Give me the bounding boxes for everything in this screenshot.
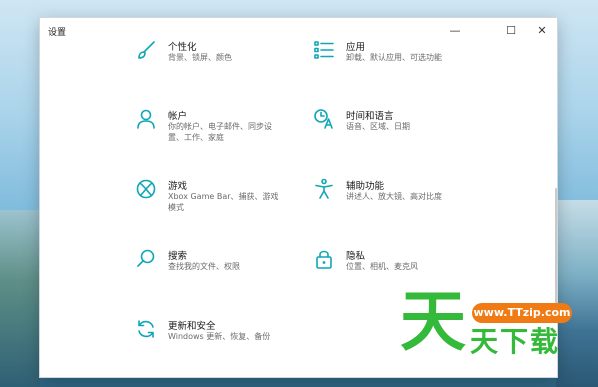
settings-item-label: 应用 (346, 42, 366, 53)
xbox-icon (136, 179, 156, 199)
apps-list-icon (314, 41, 334, 59)
settings-item-personalization[interactable]: 个性化 背景、锁屏、颜色 (135, 39, 295, 83)
watermark-big-char: 天 (400, 283, 466, 360)
watermark-url-badge: www.TTzip.com (472, 303, 572, 323)
minimize-button[interactable]: — (440, 21, 470, 41)
lock-icon (316, 250, 332, 269)
settings-item-time-language[interactable]: 时间和语言 语音、区域、日期 (313, 108, 473, 152)
settings-item-description: 背景、锁屏、颜色 (168, 53, 232, 62)
desktop-wallpaper-left (0, 210, 40, 387)
account-person-icon (137, 109, 155, 129)
settings-item-label: 搜索 (168, 251, 188, 262)
settings-item-label: 帐户 (168, 111, 188, 122)
settings-item-description: Xbox Game Bar、捕获、游戏模式 (168, 192, 279, 212)
settings-item-description: 卸载、默认应用、可选功能 (346, 53, 442, 62)
settings-item-label: 更新和安全 (168, 321, 216, 332)
settings-item-label: 辅助功能 (346, 181, 385, 192)
settings-item-label: 时间和语言 (346, 111, 394, 122)
maximize-button[interactable]: ☐ (496, 21, 526, 41)
settings-item-description: Windows 更新、恢复、备份 (168, 332, 271, 341)
window-title: 设置 (48, 28, 67, 38)
title-bar[interactable]: 设置 — ☐ ✕ (40, 18, 557, 44)
brush-icon (138, 41, 155, 59)
settings-item-label: 隐私 (346, 251, 366, 262)
search-icon (137, 249, 155, 267)
settings-item-gaming[interactable]: 游戏 Xbox Game Bar、捕获、游戏模式 (135, 178, 295, 222)
time-language-icon (314, 109, 333, 129)
settings-item-apps[interactable]: 应用 卸载、默认应用、可选功能 (313, 39, 473, 83)
settings-item-description: 语音、区域、日期 (346, 122, 410, 131)
settings-item-description: 位置、相机、麦克风 (346, 262, 418, 271)
settings-item-description: 查找我的文件、权限 (168, 262, 240, 271)
update-sync-icon (138, 320, 154, 338)
settings-item-update-security[interactable]: 更新和安全 Windows 更新、恢复、备份 (135, 318, 295, 362)
settings-item-description: 讲述人、放大镜、高对比度 (346, 192, 442, 201)
settings-item-description: 你的帐户、电子邮件、同步设置、工作、家庭 (168, 122, 272, 142)
accessibility-icon (315, 178, 333, 199)
close-button[interactable]: ✕ (527, 21, 557, 41)
settings-item-label: 个性化 (168, 42, 197, 53)
watermark-sub-text: 天下载 (470, 325, 561, 358)
settings-item-search[interactable]: 搜索 查找我的文件、权限 (135, 248, 295, 292)
watermark-logo: 天 www.TTzip.com 天下载 (400, 287, 598, 363)
settings-item-accessibility[interactable]: 辅助功能 讲述人、放大镜、高对比度 (313, 178, 473, 222)
settings-item-accounts[interactable]: 帐户 你的帐户、电子邮件、同步设置、工作、家庭 (135, 108, 295, 152)
settings-item-label: 游戏 (168, 181, 188, 192)
